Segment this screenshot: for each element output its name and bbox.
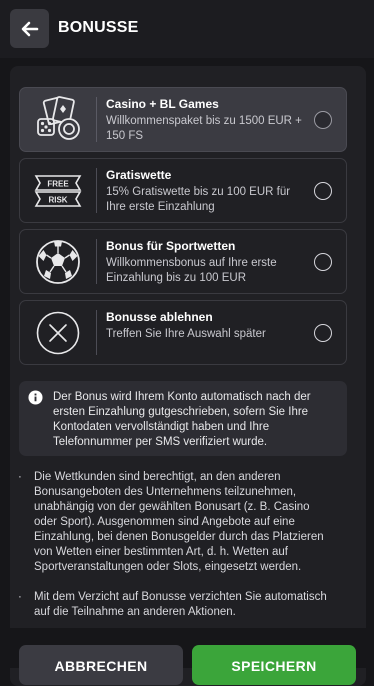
- bonus-option-free-bet[interactable]: FREE RISK Gratiswette 15% Gratiswette bi…: [19, 158, 347, 223]
- option-title: Bonus für Sportwetten: [106, 239, 236, 253]
- option-radio[interactable]: [314, 324, 332, 342]
- option-description: Willkommensbonus auf Ihre erste Einzahlu…: [106, 257, 277, 284]
- back-button[interactable]: [10, 9, 49, 48]
- risk-label: RISK: [48, 195, 67, 204]
- option-description: Treffen Sie Ihre Auswahl später: [106, 328, 266, 340]
- option-title: Gratiswette: [106, 168, 172, 182]
- info-icon: [28, 390, 43, 405]
- footer-bar: ABBRECHEN SPEICHERN: [0, 628, 374, 685]
- option-divider: [96, 168, 97, 213]
- option-title: Bonusse ablehnen: [106, 310, 213, 324]
- option-description: Willkommenspaket bis zu 1500 EUR + 150 F…: [106, 115, 302, 142]
- bullet-mark: ·: [18, 591, 22, 603]
- page-title: BONUSSE: [58, 19, 139, 36]
- header-bar: BONUSSE: [0, 0, 374, 58]
- option-radio[interactable]: [314, 111, 332, 129]
- cancel-button[interactable]: ABBRECHEN: [19, 645, 183, 685]
- bullet-mark: ·: [18, 471, 22, 483]
- bonus-option-decline[interactable]: Bonusse ablehnen Treffen Sie Ihre Auswah…: [19, 300, 347, 365]
- decline-x-circle-icon: [20, 301, 96, 364]
- free-label: FREE: [47, 179, 69, 188]
- option-divider: [96, 239, 97, 284]
- free-risk-ticket-icon: FREE RISK: [20, 159, 96, 222]
- info-box: Der Bonus wird Ihrem Konto automatisch n…: [19, 381, 347, 456]
- terms-note: Mit dem Verzicht auf Bonusse verzichten …: [34, 591, 327, 618]
- option-divider: [96, 97, 97, 142]
- bonus-option-sport[interactable]: Bonus für Sportwetten Willkommensbonus a…: [19, 229, 347, 294]
- arrow-left-icon: [21, 21, 38, 36]
- option-description: 15% Gratiswette bis zu 100 EUR für Ihre …: [106, 186, 291, 213]
- bonus-option-casino[interactable]: Casino + BL Games Willkommenspaket bis z…: [19, 87, 347, 152]
- option-radio[interactable]: [314, 182, 332, 200]
- info-text: Der Bonus wird Ihrem Konto automatisch n…: [53, 391, 311, 448]
- option-title: Casino + BL Games: [106, 97, 219, 111]
- option-radio[interactable]: [314, 253, 332, 271]
- casino-cards-dice-icon: [20, 88, 96, 151]
- option-divider: [96, 310, 97, 355]
- soccer-ball-icon: [20, 230, 96, 293]
- terms-note: Die Wettkunden sind berechtigt, an den a…: [34, 471, 324, 573]
- save-button[interactable]: SPEICHERN: [192, 645, 356, 685]
